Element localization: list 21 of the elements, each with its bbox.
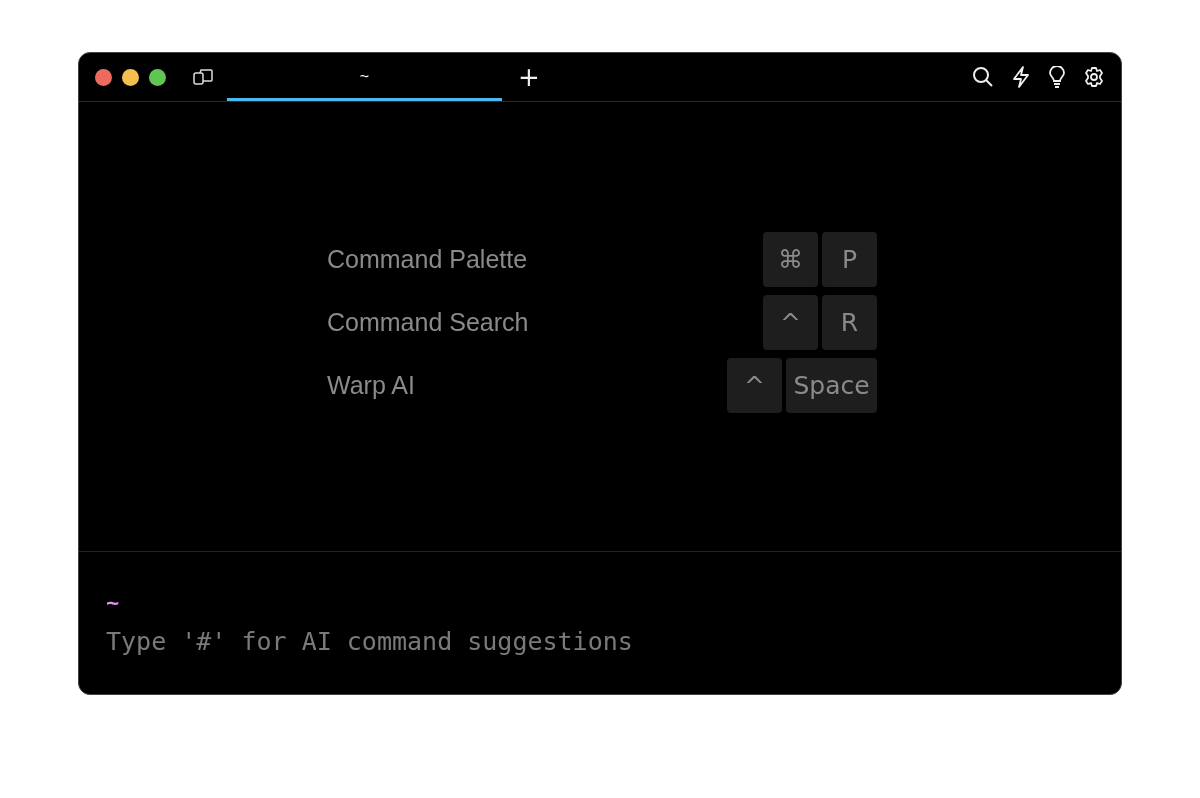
panels-icon[interactable] [192, 68, 214, 86]
shortcut-label: Warp AI [327, 371, 416, 400]
settings-icon[interactable] [1083, 66, 1105, 88]
search-icon[interactable] [972, 66, 994, 88]
lightning-icon[interactable] [1011, 66, 1031, 88]
key-cap: ⌘ [763, 232, 818, 287]
key-cap: Space [786, 358, 877, 413]
key-cap: ^ [763, 295, 818, 350]
new-tab-button[interactable]: + [514, 62, 544, 92]
command-input[interactable]: Type '#' for AI command suggestions [106, 627, 806, 656]
lightbulb-icon[interactable] [1048, 66, 1066, 88]
key-cap: P [822, 232, 877, 287]
close-button[interactable] [95, 68, 112, 86]
prompt-directory: ~ [106, 590, 120, 615]
minimize-button[interactable] [122, 68, 139, 86]
key-cap: R [822, 295, 877, 350]
shortcut-label: Command Palette [327, 245, 529, 274]
zoom-button[interactable] [149, 68, 166, 86]
tab[interactable]: ~ [227, 53, 502, 101]
key-cap: ^ [727, 358, 782, 413]
shortcut-label: Command Search [327, 308, 530, 337]
